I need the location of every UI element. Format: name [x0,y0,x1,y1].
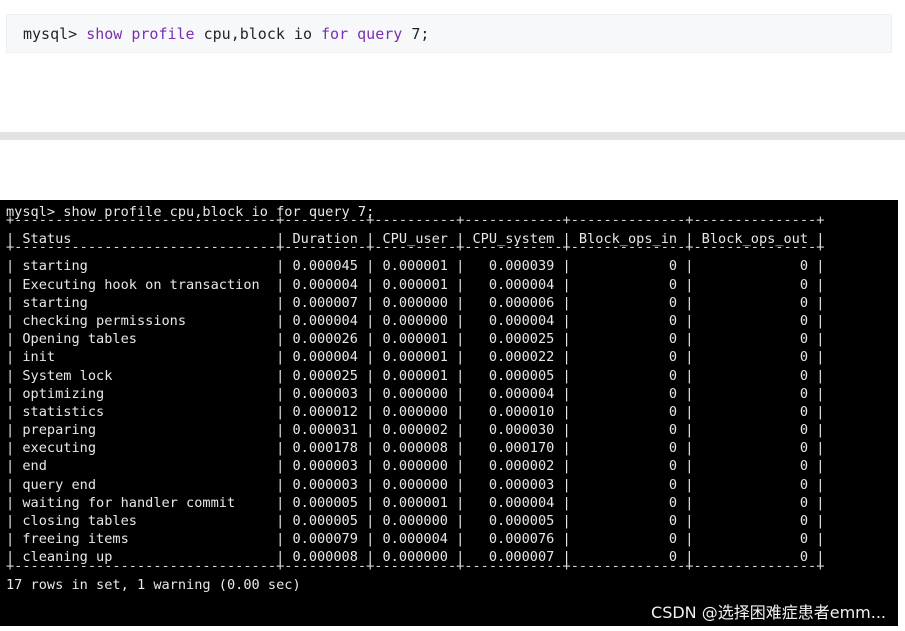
table-row: | starting | 0.000045 | 0.000001 | 0.000… [6,258,825,275]
code-prompt: mysql> [23,24,87,43]
table-row: | closing tables | 0.000005 | 0.000000 |… [6,513,825,529]
terminal-screenshot: mysql> show profile cpu,block io for que… [0,200,898,626]
table-row: | init | 0.000004 | 0.000001 | 0.000022 … [6,349,825,366]
table-row: | query end | 0.000003 | 0.000000 | 0.00… [6,476,825,493]
table-row: | statistics | 0.000012 | 0.000000 | 0.0… [6,403,825,420]
table-row: | Opening tables | 0.000026 | 0.000001 |… [6,331,825,348]
table-row: | end | 0.000003 | 0.000000 | 0.000002 |… [6,458,825,475]
code-keyword-query: query [357,24,403,43]
table-border: +--------------------------------+------… [6,557,825,574]
table-row: | preparing | 0.000031 | 0.000002 | 0.00… [6,422,825,439]
code-keyword-for: for [321,24,349,43]
table-row: | checking permissions | 0.000004 | 0.00… [6,312,825,329]
table-border: +--------------------------------+------… [6,239,825,256]
code-keyword-show: show [86,24,123,43]
code-tail: 7; [402,24,430,43]
table-border: +--------------------------------+------… [6,212,825,229]
code-args: cpu,block io [194,24,322,43]
terminal-footer: 17 rows in set, 1 warning (0.00 sec) [6,576,301,593]
table-row: | executing | 0.000178 | 0.000008 | 0.00… [6,440,825,457]
table-row: | starting | 0.000007 | 0.000000 | 0.000… [6,294,825,311]
table-row: | System lock | 0.000025 | 0.000001 | 0.… [6,367,825,384]
table-row: | waiting for handler commit | 0.000005 … [6,494,825,511]
watermark: CSDN @选择困难症患者emm... [651,602,886,622]
page: mysql> show profile cpu,block io for que… [0,0,905,631]
table-row: | freeing items | 0.000079 | 0.000004 | … [6,531,825,548]
code-keyword-profile: profile [131,24,195,43]
code-block: mysql> show profile cpu,block io for que… [6,14,892,53]
table-row: | Executing hook on transaction | 0.0000… [6,276,825,293]
section-divider [0,132,905,140]
table-row: | optimizing | 0.000003 | 0.000000 | 0.0… [6,385,825,402]
